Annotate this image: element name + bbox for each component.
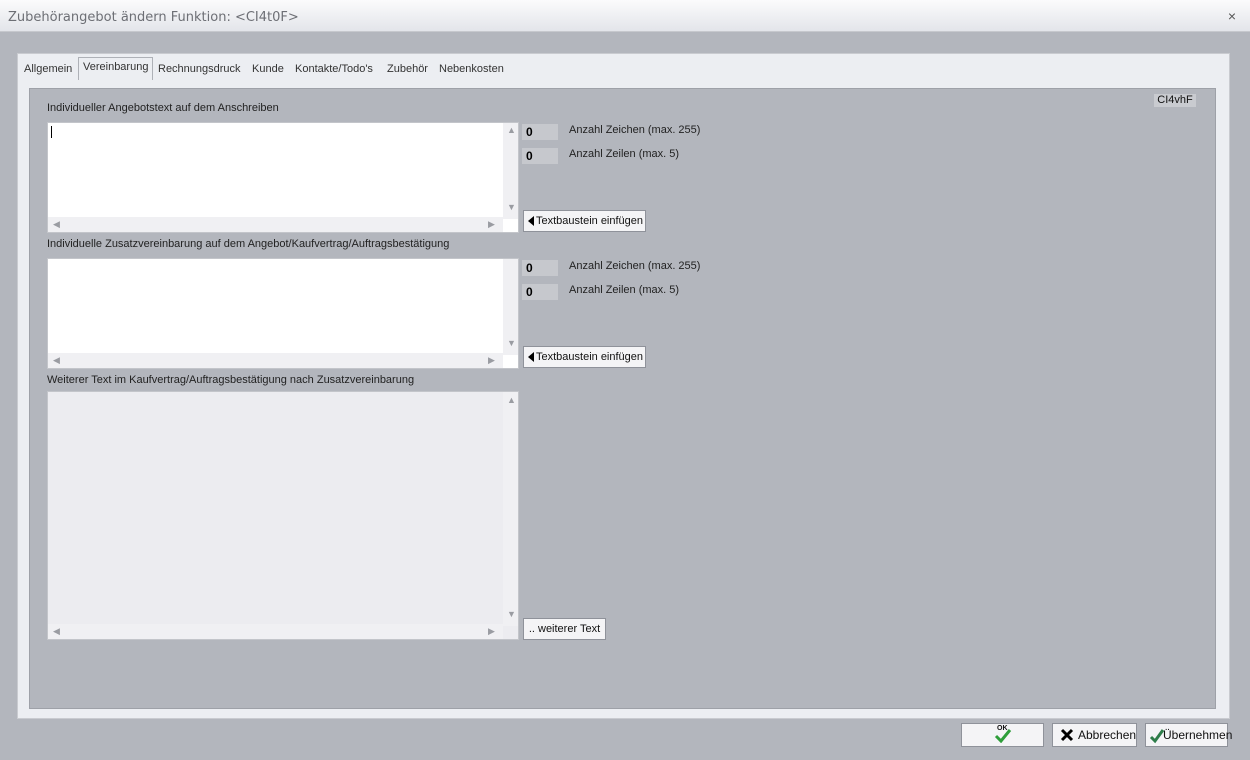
x-icon (1060, 728, 1074, 742)
section2-label: Individuelle Zusatzvereinbarung auf dem … (47, 238, 450, 250)
scroll-right-icon[interactable]: ▶ (488, 355, 495, 366)
zusatzvereinbarung-memo[interactable]: ▼ ◀ ▶ (47, 258, 519, 369)
dialog-frame: Allgemein Vereinbarung Rechnungsdruck Ku… (17, 53, 1230, 719)
section2-lines-label: Anzahl Zeilen (max. 5) (569, 284, 680, 296)
triangle-left-icon (528, 352, 534, 362)
section2-chars-count: 0 (522, 260, 558, 276)
tab-rechnungsdruck[interactable]: Rechnungsdruck (158, 61, 241, 77)
vertical-scrollbar[interactable]: ▲ ▼ (503, 123, 518, 219)
ok-button[interactable]: OK (961, 723, 1044, 747)
text-caret (51, 126, 52, 138)
scroll-left-icon[interactable]: ◀ (53, 355, 60, 366)
weiterer-text-memo[interactable]: ▲ ▼ ◀ ▶ (47, 391, 519, 640)
angebotstext-memo[interactable]: ▲ ▼ ◀ ▶ (47, 122, 519, 233)
section1-chars-label: Anzahl Zeichen (max. 255) (569, 124, 701, 136)
scroll-down-icon[interactable]: ▼ (507, 609, 516, 619)
section2-chars-label: Anzahl Zeichen (max. 255) (569, 260, 701, 272)
tab-vereinbarung[interactable]: Vereinbarung (78, 57, 154, 80)
scroll-down-icon[interactable]: ▼ (507, 338, 516, 348)
scroll-down-icon[interactable]: ▼ (507, 202, 516, 212)
horizontal-scrollbar[interactable]: ◀ ▶ (48, 217, 503, 232)
scroll-right-icon[interactable]: ▶ (488, 219, 495, 230)
abbrechen-button[interactable]: Abbrechen (1052, 723, 1137, 747)
vertical-scrollbar[interactable]: ▼ (503, 259, 518, 355)
section3-label: Weiterer Text im Kaufvertrag/Auftragsbes… (47, 374, 415, 386)
textbaustein-einfuegen-button-1[interactable]: Textbaustein einfügen (523, 210, 646, 232)
horizontal-scrollbar[interactable]: ◀ ▶ (48, 353, 503, 368)
scroll-left-icon[interactable]: ◀ (53, 626, 60, 637)
tab-kunde[interactable]: Kunde (252, 61, 284, 77)
textbaustein-einfuegen-button-2[interactable]: Textbaustein einfügen (523, 346, 646, 368)
weiterer-text-button[interactable]: .. weiterer Text (523, 618, 606, 640)
horizontal-scrollbar[interactable]: ◀ ▶ (48, 624, 503, 639)
scroll-right-icon[interactable]: ▶ (488, 626, 495, 637)
vertical-scrollbar[interactable]: ▲ ▼ (503, 392, 518, 626)
scroll-left-icon[interactable]: ◀ (53, 219, 60, 230)
window-title: Zubehörangebot ändern Funktion: <CI4t0F> (8, 10, 299, 25)
section1-label: Individueller Angebotstext auf dem Ansch… (47, 102, 279, 114)
uebernehmen-label: Übernehmen (1163, 728, 1233, 742)
triangle-left-icon (528, 216, 534, 226)
tab-nebenkosten[interactable]: Nebenkosten (439, 61, 504, 77)
id-badge: CI4vhF (1154, 94, 1196, 107)
tab-content-vereinbarung: CI4vhF Individueller Angebotstext auf de… (29, 88, 1216, 709)
close-icon[interactable]: × (1228, 8, 1236, 24)
title-bar: Zubehörangebot ändern Funktion: <CI4t0F>… (0, 0, 1250, 32)
scroll-up-icon[interactable]: ▲ (507, 395, 516, 405)
tab-zubehoer[interactable]: Zubehör (387, 61, 428, 77)
abbrechen-label: Abbrechen (1078, 728, 1137, 742)
section1-lines-count: 0 (522, 148, 558, 164)
uebernehmen-button[interactable]: Übernehmen (1145, 723, 1232, 747)
tab-allgemein[interactable]: Allgemein (24, 61, 72, 77)
tab-strip: Allgemein Vereinbarung Rechnungsdruck Ku… (21, 57, 1229, 80)
scroll-up-icon[interactable]: ▲ (507, 125, 516, 135)
section2-lines-count: 0 (522, 284, 558, 300)
section1-lines-label: Anzahl Zeilen (max. 5) (569, 148, 680, 160)
section1-chars-count: 0 (522, 124, 558, 140)
tab-kontakte-todos[interactable]: Kontakte/Todo's (295, 61, 373, 77)
ok-label: OK (997, 725, 1008, 732)
